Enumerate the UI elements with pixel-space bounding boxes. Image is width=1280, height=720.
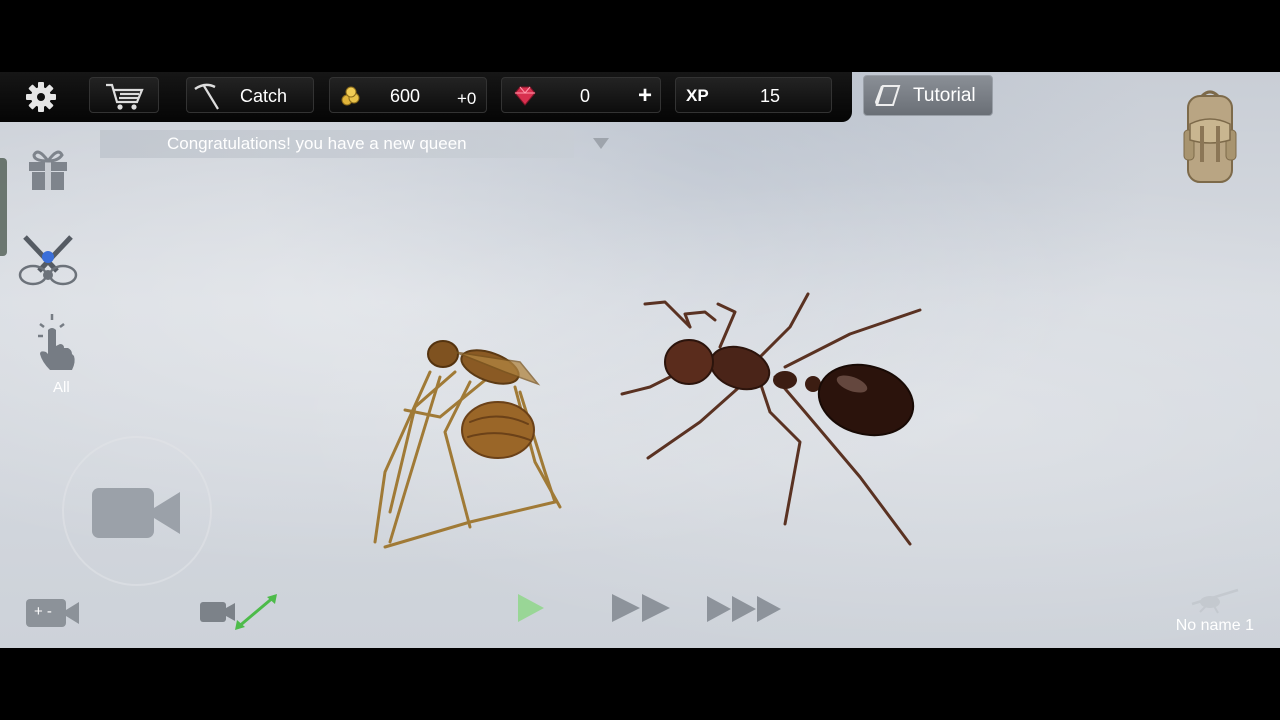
backpack-icon[interactable] — [1182, 88, 1238, 186]
coins-delta: +0 — [457, 89, 477, 108]
catch-label: Catch — [240, 86, 288, 106]
shop-button[interactable] — [89, 77, 159, 113]
top-hud-bar: Catch 600 +0 0 + XP 15 — [0, 72, 852, 122]
queen-ant-icon — [1191, 588, 1239, 614]
chevron-down-icon[interactable] — [592, 137, 610, 151]
book-icon — [874, 85, 901, 106]
worker-ant[interactable] — [620, 292, 922, 546]
tutorial-label: Tutorial — [913, 85, 976, 106]
plus-icon[interactable]: + — [638, 78, 652, 114]
camera-follow-button[interactable] — [199, 592, 279, 632]
gear-icon[interactable] — [24, 82, 58, 112]
gem-icon — [514, 86, 536, 106]
play-icon[interactable] — [514, 592, 546, 624]
gems-value: 0 — [580, 86, 591, 106]
gift-icon[interactable] — [26, 145, 70, 191]
cart-icon — [106, 83, 144, 110]
coins-icon — [341, 86, 360, 106]
xp-counter: XP 15 — [675, 77, 832, 113]
gems-counter: 0 + — [501, 77, 661, 113]
colony-name[interactable]: No name 1 — [1176, 617, 1254, 635]
zoom-camera-button[interactable]: + - — [26, 598, 80, 628]
queen-ant[interactable] — [373, 340, 562, 549]
notification-banner: Congratulations! you have a new queen — [100, 130, 574, 158]
zoom-label: + - — [34, 603, 52, 620]
fast-forward-icon[interactable] — [610, 592, 674, 624]
xp-label: XP — [686, 86, 709, 105]
pickaxe-icon — [194, 83, 219, 110]
tutorial-button[interactable]: Tutorial — [863, 75, 993, 116]
coins-counter: 600 +0 — [329, 77, 487, 113]
crossed-swords-icon[interactable] — [17, 233, 79, 289]
notification-text: Congratulations! you have a new queen — [167, 134, 467, 153]
coins-value: 600 — [390, 86, 421, 106]
side-panel-handle[interactable] — [0, 158, 7, 256]
tap-hand-icon[interactable] — [34, 312, 80, 374]
select-all-label: All — [53, 379, 70, 396]
xp-value: 15 — [760, 86, 781, 106]
camera-icon — [92, 488, 180, 538]
catch-button[interactable]: Catch — [186, 77, 314, 113]
fastest-forward-icon[interactable] — [706, 594, 786, 624]
